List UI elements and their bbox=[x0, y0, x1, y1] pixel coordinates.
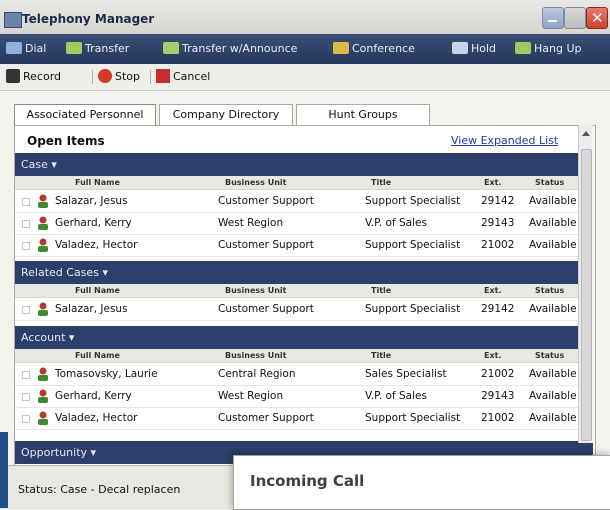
dropdown-arrow-icon: ▾ bbox=[102, 266, 108, 279]
hold-button[interactable]: Hold bbox=[452, 41, 496, 57]
transfer-button[interactable]: Transfer bbox=[66, 41, 129, 57]
column-headers: Full Name Business Unit Title Ext. Statu… bbox=[15, 349, 593, 363]
open-items-panel: Open Items View Expanded List Case ▾ Ful… bbox=[14, 125, 596, 467]
close-icon: ✕ bbox=[591, 9, 604, 27]
section-header-related-cases[interactable]: Related Cases ▾ bbox=[15, 261, 593, 284]
minimize-icon bbox=[548, 20, 557, 22]
table-row[interactable]: Salazar, Jesus Customer Support Support … bbox=[15, 190, 593, 213]
call-toolbar: Dial Transfer Transfer w/Announce Confer… bbox=[0, 34, 610, 64]
section-label: Related Cases bbox=[21, 266, 99, 279]
cancel-button[interactable]: Cancel bbox=[156, 69, 210, 85]
open-items-heading: Open Items bbox=[27, 134, 105, 148]
table-row[interactable]: Salazar, Jesus Customer Support Support … bbox=[15, 298, 593, 321]
column-header-status: Status bbox=[535, 178, 565, 187]
tab-hunt-groups[interactable]: Hunt Groups bbox=[296, 104, 430, 125]
stop-icon bbox=[98, 69, 112, 83]
table-row[interactable]: Valadez, Hector Customer Support Support… bbox=[15, 407, 593, 430]
row-checkbox[interactable] bbox=[22, 371, 30, 379]
section-header-account[interactable]: Account ▾ bbox=[15, 326, 593, 349]
window-title: Telephony Manager bbox=[22, 12, 155, 26]
tab-associated-personnel[interactable]: Associated Personnel bbox=[14, 104, 156, 126]
conference-button[interactable]: Conference bbox=[333, 41, 415, 57]
row-checkbox[interactable] bbox=[22, 220, 30, 228]
column-headers: Full Name Business Unit Title Ext. Statu… bbox=[15, 176, 593, 190]
maximize-button[interactable] bbox=[564, 7, 586, 29]
minimize-button[interactable] bbox=[542, 7, 564, 29]
person-icon bbox=[36, 302, 50, 316]
table-row[interactable]: Gerhard, Kerry West Region V.P. of Sales… bbox=[15, 212, 593, 235]
transfer-icon bbox=[66, 42, 82, 54]
person-icon bbox=[36, 411, 50, 425]
dial-button[interactable]: Dial bbox=[6, 41, 46, 57]
close-button[interactable]: ✕ bbox=[586, 7, 608, 29]
record-button[interactable]: Record bbox=[6, 69, 61, 85]
hold-icon bbox=[452, 42, 468, 54]
toolbar-divider bbox=[92, 70, 93, 84]
row-checkbox[interactable] bbox=[22, 393, 30, 401]
status-text: Status: Case - Decal replacen bbox=[18, 483, 181, 496]
table-row[interactable]: Tomasovsky, Laurie Central Region Sales … bbox=[15, 363, 593, 386]
row-checkbox[interactable] bbox=[22, 242, 30, 250]
column-header-ext: Ext. bbox=[484, 178, 502, 187]
hang-up-button[interactable]: Hang Up bbox=[515, 41, 582, 57]
column-header-business-unit: Business Unit bbox=[225, 178, 287, 187]
recording-toolbar: Record Stop Cancel bbox=[0, 64, 610, 91]
hang-up-icon bbox=[515, 42, 531, 54]
section-label: Account bbox=[21, 331, 66, 344]
transfer-announce-icon bbox=[163, 42, 179, 54]
row-checkbox[interactable] bbox=[22, 306, 30, 314]
transfer-announce-button[interactable]: Transfer w/Announce bbox=[163, 41, 297, 57]
row-checkbox[interactable] bbox=[22, 198, 30, 206]
tab-company-directory[interactable]: Company Directory bbox=[159, 104, 293, 125]
section-label: Case bbox=[21, 158, 48, 171]
table-row[interactable]: Valadez, Hector Customer Support Support… bbox=[15, 234, 593, 257]
dropdown-arrow-icon: ▾ bbox=[51, 158, 57, 171]
incoming-call-popup[interactable]: Incoming Call bbox=[233, 455, 610, 510]
table-row[interactable]: Gerhard, Kerry West Region V.P. of Sales… bbox=[15, 385, 593, 408]
vertical-scrollbar[interactable] bbox=[578, 125, 593, 443]
toolbar-divider bbox=[150, 70, 151, 84]
column-header-title: Title bbox=[371, 178, 392, 187]
row-checkbox[interactable] bbox=[22, 415, 30, 423]
person-icon bbox=[36, 389, 50, 403]
title-bar: Telephony Manager ✕ bbox=[0, 0, 610, 35]
section-label: Opportunity bbox=[21, 446, 88, 459]
stop-button[interactable]: Stop bbox=[98, 69, 140, 85]
record-icon bbox=[6, 69, 20, 83]
cancel-icon bbox=[156, 69, 170, 83]
section-header-case[interactable]: Case ▾ bbox=[15, 153, 593, 176]
scrollbar-thumb[interactable] bbox=[581, 149, 592, 441]
view-expanded-list-link[interactable]: View Expanded List bbox=[451, 134, 558, 147]
person-icon bbox=[36, 216, 50, 230]
left-accent-bar bbox=[0, 432, 8, 508]
column-header-full-name: Full Name bbox=[75, 178, 120, 187]
person-icon bbox=[36, 194, 50, 208]
person-icon bbox=[36, 238, 50, 252]
person-icon bbox=[36, 367, 50, 381]
dial-icon bbox=[6, 42, 22, 54]
incoming-call-title: Incoming Call bbox=[250, 472, 365, 490]
column-headers: Full Name Business Unit Title Ext. Statu… bbox=[15, 284, 593, 298]
telephony-app-icon bbox=[4, 12, 22, 28]
dropdown-arrow-icon: ▾ bbox=[90, 446, 97, 459]
dropdown-arrow-icon: ▾ bbox=[68, 331, 75, 344]
scroll-up-icon[interactable] bbox=[582, 131, 590, 136]
conference-icon bbox=[333, 42, 349, 54]
